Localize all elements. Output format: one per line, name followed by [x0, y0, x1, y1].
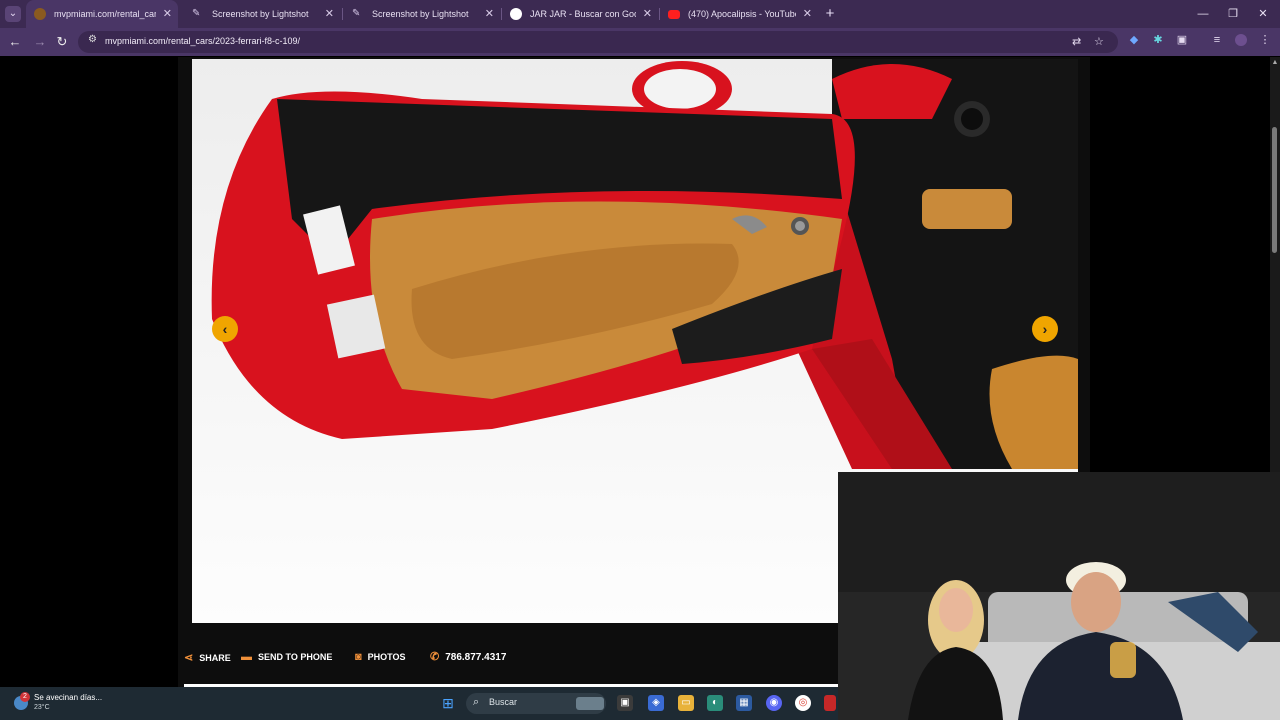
browser-toolbar: ← → ↻ ⚙ mvpmiami.com/rental_cars/2023-fe… — [0, 28, 1280, 56]
search-icon: ⌕ — [473, 696, 480, 708]
close-icon[interactable]: ✕ — [163, 0, 172, 28]
tab-title: mvpmiami.com/rental_cars/2023 — [54, 9, 156, 19]
tab-title: JAR JAR - Buscar con Google — [530, 9, 636, 19]
extensions-puzzle-icon[interactable]: ▣ — [1174, 32, 1190, 48]
google-icon — [510, 8, 522, 20]
media-control-icon[interactable]: ≡ — [1209, 32, 1225, 48]
listing-action-bar: ⋖ SHARE ▬ SEND TO PHONE ◙ PHOTOS ✆ 786.877.4… — [178, 637, 838, 681]
close-window-button[interactable]: ✕ — [1248, 0, 1278, 28]
address-bar[interactable]: ⚙ mvpmiami.com/rental_cars/2023-ferrari-… — [78, 31, 1118, 53]
share-button[interactable]: ⋖ SHARE — [184, 651, 231, 664]
weather-text[interactable]: Se avecinan días... — [34, 693, 102, 702]
tab-strip: ⌄ mvpmiami.com/rental_cars/2023 ✕ ✎ Scre… — [0, 0, 1280, 28]
tab-title: Screenshot by Lightshot — [372, 9, 469, 19]
camera-icon: ◙ — [355, 651, 362, 663]
scroll-up-icon[interactable]: ▲ — [1270, 59, 1280, 69]
phone-icon: ✆ — [430, 651, 440, 663]
photos-button[interactable]: ◙ PHOTOS — [355, 651, 406, 663]
task-view-icon[interactable]: ▣ — [617, 695, 633, 711]
translator-extension-icon[interactable]: ✱ — [1150, 32, 1166, 48]
reload-button[interactable]: ↻ — [52, 32, 72, 52]
tab-lightshot-1[interactable]: ✎ Screenshot by Lightshot ✕ — [184, 0, 340, 28]
feather-icon: ✎ — [352, 8, 361, 19]
webcam-overlay — [838, 472, 1280, 720]
tab-title: (470) Apocalipsis - YouTube — [688, 9, 796, 19]
taskbar-search-box[interactable]: ⌕ Buscar — [466, 693, 606, 714]
extension-icon[interactable]: ◆ — [1126, 32, 1142, 48]
scroll-thumb[interactable] — [1272, 127, 1277, 253]
new-tab-button[interactable]: + — [822, 4, 838, 24]
translate-icon[interactable]: ⇄ — [1072, 35, 1081, 48]
back-button[interactable]: ← — [5, 32, 25, 52]
browser-menu-icon[interactable]: ⋮ — [1257, 32, 1273, 48]
profile-avatar[interactable] — [1233, 32, 1249, 48]
phone-link[interactable]: ✆ 786.877.4317 — [430, 650, 506, 663]
close-icon[interactable]: ✕ — [803, 0, 812, 28]
tab-search-button[interactable]: ⌄ — [5, 6, 21, 22]
send-to-phone-button[interactable]: ▬ SEND TO PHONE — [241, 651, 332, 663]
edge-icon[interactable]: ◐ — [707, 695, 723, 711]
photos-label: PHOTOS — [367, 652, 406, 662]
restore-button[interactable]: ❐ — [1218, 0, 1248, 28]
search-placeholder: Buscar — [489, 697, 518, 707]
tab-lightshot-2[interactable]: ✎ Screenshot by Lightshot ✕ — [344, 0, 500, 28]
file-explorer-icon[interactable]: ▭ — [678, 695, 694, 711]
site-info-icon[interactable]: ⚙ — [88, 34, 97, 45]
tab-title: Screenshot by Lightshot — [212, 9, 309, 19]
share-icon: ⋖ — [184, 652, 194, 664]
tab-separator — [342, 8, 343, 20]
tab-mvpmiami[interactable]: mvpmiami.com/rental_cars/2023 ✕ — [26, 0, 178, 28]
forward-button[interactable]: → — [30, 32, 50, 52]
taskbar: 2 Se avecinan días... 23°C ⊞ ⌕ Buscar ▣ … — [0, 687, 838, 720]
copilot-icon[interactable]: ◈ — [648, 695, 664, 711]
share-label: SHARE — [199, 653, 231, 663]
close-icon[interactable]: ✕ — [325, 0, 334, 28]
weather-temperature: 23°C — [34, 704, 50, 711]
close-icon[interactable]: ✕ — [485, 0, 494, 28]
phone-number: 786.877.4317 — [445, 652, 507, 663]
webcam-scene — [838, 472, 1280, 720]
tab-google-search[interactable]: JAR JAR - Buscar con Google ✕ — [502, 0, 658, 28]
send-to-phone-label: SEND TO PHONE — [258, 652, 333, 662]
feather-icon: ✎ — [192, 8, 201, 19]
next-photo-button[interactable]: › — [1032, 316, 1058, 342]
chat-icon: ▬ — [241, 651, 252, 663]
site-favicon-icon — [34, 8, 46, 20]
previous-photo-button[interactable]: ‹ — [212, 316, 238, 342]
start-windows-icon[interactable]: ⊞ — [440, 695, 456, 711]
tab-youtube[interactable]: (470) Apocalipsis - YouTube ✕ — [660, 0, 818, 28]
search-highlight-icon — [576, 697, 604, 710]
app-icon[interactable] — [824, 695, 836, 711]
store-icon[interactable]: ▦ — [736, 695, 752, 711]
address-url: mvpmiami.com/rental_cars/2023-ferrari-f8… — [105, 36, 301, 46]
notification-badge: 2 — [20, 692, 30, 702]
close-icon[interactable]: ✕ — [643, 0, 652, 28]
chrome-icon[interactable]: ◎ — [795, 695, 811, 711]
bookmark-star-icon[interactable]: ☆ — [1094, 35, 1104, 48]
discord-icon[interactable]: ◉ — [766, 695, 782, 711]
youtube-icon — [668, 10, 680, 19]
minimize-button[interactable]: — — [1188, 0, 1218, 28]
